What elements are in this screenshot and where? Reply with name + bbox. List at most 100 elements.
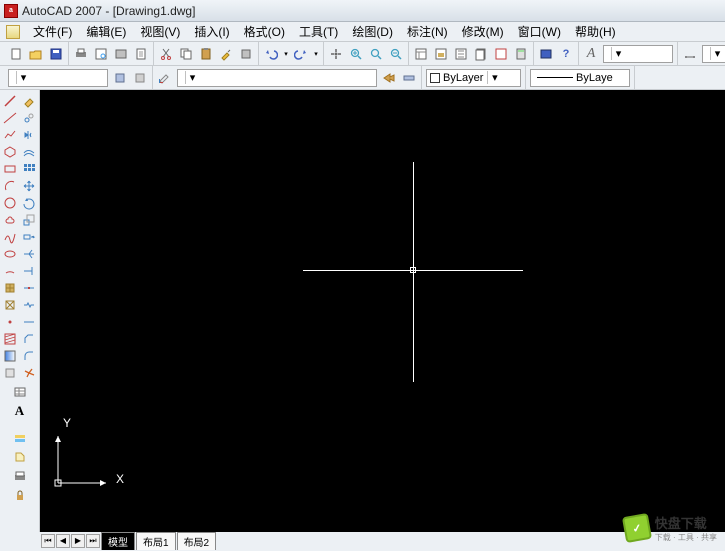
mirror-tool[interactable]: [21, 126, 38, 143]
menu-view[interactable]: 视图(V): [133, 21, 187, 42]
layer-filter-button[interactable]: [111, 69, 129, 87]
crosshair-pickbox: [410, 267, 416, 273]
layer-state-dropdown[interactable]: ▾: [8, 69, 108, 87]
tab-nav-last[interactable]: ⏭: [86, 534, 100, 548]
dim-style-dropdown[interactable]: ▾: [702, 45, 725, 63]
layer-match-button[interactable]: [400, 69, 418, 87]
sheet-set-button[interactable]: [472, 45, 490, 63]
design-center-button[interactable]: [432, 45, 450, 63]
region-tool[interactable]: [2, 364, 19, 381]
gradient-tool[interactable]: [2, 347, 19, 364]
redo-button[interactable]: [292, 45, 310, 63]
cut-button[interactable]: [157, 45, 175, 63]
spline-tool[interactable]: [2, 228, 19, 245]
menu-modify[interactable]: 修改(M): [455, 21, 511, 42]
insert-block-tool[interactable]: [2, 279, 19, 296]
undo-dropdown[interactable]: ▾: [282, 45, 290, 63]
snap-from-tool[interactable]: [11, 448, 28, 465]
open-file-button[interactable]: [27, 45, 45, 63]
table-tool[interactable]: [11, 383, 28, 400]
block-editor-button[interactable]: [237, 45, 255, 63]
construction-line-tool[interactable]: [2, 109, 19, 126]
zoom-realtime-button[interactable]: [347, 45, 365, 63]
trim-tool[interactable]: [21, 245, 38, 262]
menu-tools[interactable]: 工具(T): [292, 21, 345, 42]
tool-palettes-button[interactable]: [452, 45, 470, 63]
layer-previous-button[interactable]: [131, 69, 149, 87]
move-tool[interactable]: [21, 177, 38, 194]
help-button[interactable]: ?: [557, 45, 575, 63]
copy-button[interactable]: [177, 45, 195, 63]
menu-help[interactable]: 帮助(H): [568, 21, 623, 42]
revision-cloud-tool[interactable]: [2, 211, 19, 228]
point-tool[interactable]: [2, 313, 19, 330]
clean-screen-button[interactable]: [537, 45, 555, 63]
drawing-canvas[interactable]: Y X: [40, 90, 725, 533]
explode-tool[interactable]: [21, 364, 38, 381]
text-style-dropdown[interactable]: ▾: [603, 45, 673, 63]
markup-button[interactable]: [492, 45, 510, 63]
join-tool[interactable]: [21, 313, 38, 330]
quickcalc-button[interactable]: [512, 45, 530, 63]
tab-model[interactable]: 模型: [101, 532, 135, 550]
break-tool[interactable]: [21, 296, 38, 313]
color-dropdown[interactable]: ByLayer ▾: [426, 69, 521, 87]
print-preview-button[interactable]: [92, 45, 110, 63]
dim-style-icon: [681, 45, 699, 63]
menu-insert[interactable]: 插入(I): [187, 21, 236, 42]
publish-button[interactable]: [112, 45, 130, 63]
menu-file[interactable]: 文件(F): [26, 21, 79, 42]
rotate-tool[interactable]: [21, 194, 38, 211]
paste-button[interactable]: [197, 45, 215, 63]
tab-layout1[interactable]: 布局1: [136, 532, 176, 550]
zoom-previous-button[interactable]: [387, 45, 405, 63]
plot-button[interactable]: [132, 45, 150, 63]
fillet-tool[interactable]: [21, 347, 38, 364]
tab-layout2[interactable]: 布局2: [177, 532, 217, 550]
new-file-button[interactable]: [7, 45, 25, 63]
line-tool[interactable]: [2, 92, 19, 109]
break-at-point-tool[interactable]: [21, 279, 38, 296]
make-current-button[interactable]: [380, 69, 398, 87]
copy-object-tool[interactable]: [21, 109, 38, 126]
erase-tool[interactable]: [21, 92, 38, 109]
workspace-button[interactable]: [11, 467, 28, 484]
save-button[interactable]: [47, 45, 65, 63]
chamfer-tool[interactable]: [21, 330, 38, 347]
stretch-tool[interactable]: [21, 228, 38, 245]
offset-tool[interactable]: [21, 143, 38, 160]
menu-draw[interactable]: 绘图(D): [345, 21, 400, 42]
tab-nav-first[interactable]: ⏮: [41, 534, 55, 548]
polygon-tool[interactable]: [2, 143, 19, 160]
linetype-dropdown[interactable]: ByLaye: [530, 69, 630, 87]
redo-dropdown[interactable]: ▾: [312, 45, 320, 63]
tab-nav-next[interactable]: ▶: [71, 534, 85, 548]
ellipse-arc-tool[interactable]: [2, 262, 19, 279]
rectangle-tool[interactable]: [2, 160, 19, 177]
temporary-tracking-tool[interactable]: [11, 429, 28, 446]
zoom-window-button[interactable]: [367, 45, 385, 63]
menu-dimension[interactable]: 标注(N): [400, 21, 455, 42]
array-tool[interactable]: [21, 160, 38, 177]
circle-tool[interactable]: [2, 194, 19, 211]
extend-tool[interactable]: [21, 262, 38, 279]
match-properties-button[interactable]: [217, 45, 235, 63]
undo-button[interactable]: [262, 45, 280, 63]
hatch-tool[interactable]: [2, 330, 19, 347]
layer-properties-button[interactable]: [156, 69, 174, 87]
ellipse-tool[interactable]: [2, 245, 19, 262]
lock-toolbar-button[interactable]: [11, 486, 28, 503]
scale-tool[interactable]: [21, 211, 38, 228]
properties-button[interactable]: [412, 45, 430, 63]
arc-tool[interactable]: [2, 177, 19, 194]
layer-dropdown[interactable]: ▾: [177, 69, 377, 87]
pan-realtime-button[interactable]: [327, 45, 345, 63]
print-button[interactable]: [72, 45, 90, 63]
menu-format[interactable]: 格式(O): [237, 21, 292, 42]
polyline-tool[interactable]: [2, 126, 19, 143]
make-block-tool[interactable]: [2, 296, 19, 313]
menu-window[interactable]: 窗口(W): [511, 21, 568, 42]
menu-edit[interactable]: 编辑(E): [79, 21, 133, 42]
tab-nav-prev[interactable]: ◀: [56, 534, 70, 548]
multiline-text-tool[interactable]: A: [11, 402, 28, 419]
